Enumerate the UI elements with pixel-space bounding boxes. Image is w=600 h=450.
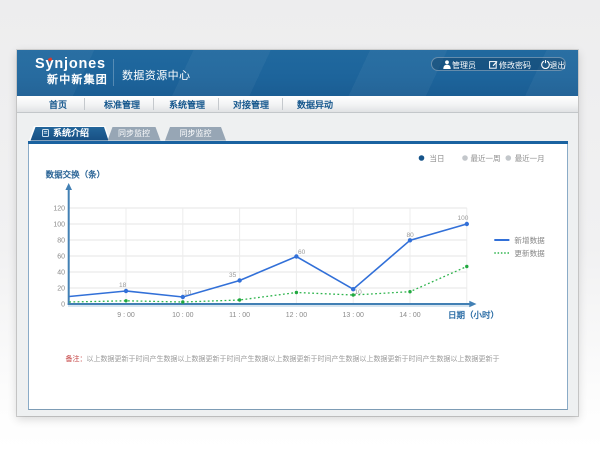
svg-text:10: 10 — [184, 290, 192, 297]
svg-text:120: 120 — [53, 205, 65, 212]
svg-text:13 : 00: 13 : 00 — [342, 312, 364, 319]
svg-text:14 : 00: 14 : 00 — [399, 312, 421, 319]
svg-text:80: 80 — [57, 237, 65, 244]
svg-text:40: 40 — [57, 269, 65, 276]
svg-text:最近一月: 最近一月 — [515, 153, 545, 163]
svg-text:100: 100 — [53, 221, 65, 228]
svg-text:11 : 00: 11 : 00 — [229, 312, 250, 319]
svg-text:35: 35 — [229, 272, 237, 279]
svg-text:10: 10 — [355, 289, 363, 296]
svg-text:18: 18 — [119, 282, 127, 289]
svg-text:60: 60 — [298, 249, 306, 256]
svg-text:80: 80 — [407, 232, 415, 239]
svg-text:60: 60 — [57, 253, 65, 260]
svg-text:10 : 00: 10 : 00 — [172, 312, 194, 319]
svg-text:20: 20 — [57, 285, 65, 292]
svg-text:当日: 当日 — [430, 153, 445, 163]
svg-text:数据交换（条）: 数据交换（条） — [46, 170, 106, 180]
svg-text:12 : 00: 12 : 00 — [286, 312, 308, 319]
svg-text:9 : 00: 9 : 00 — [117, 312, 135, 319]
svg-text:0: 0 — [61, 301, 65, 308]
svg-text:100: 100 — [458, 215, 469, 222]
svg-text:新增数据: 新增数据 — [514, 235, 545, 245]
svg-text:最近一周: 最近一周 — [471, 153, 501, 163]
svg-text:更新数据: 更新数据 — [514, 248, 545, 258]
svg-text:日期（小时）: 日期（小时） — [448, 310, 499, 320]
